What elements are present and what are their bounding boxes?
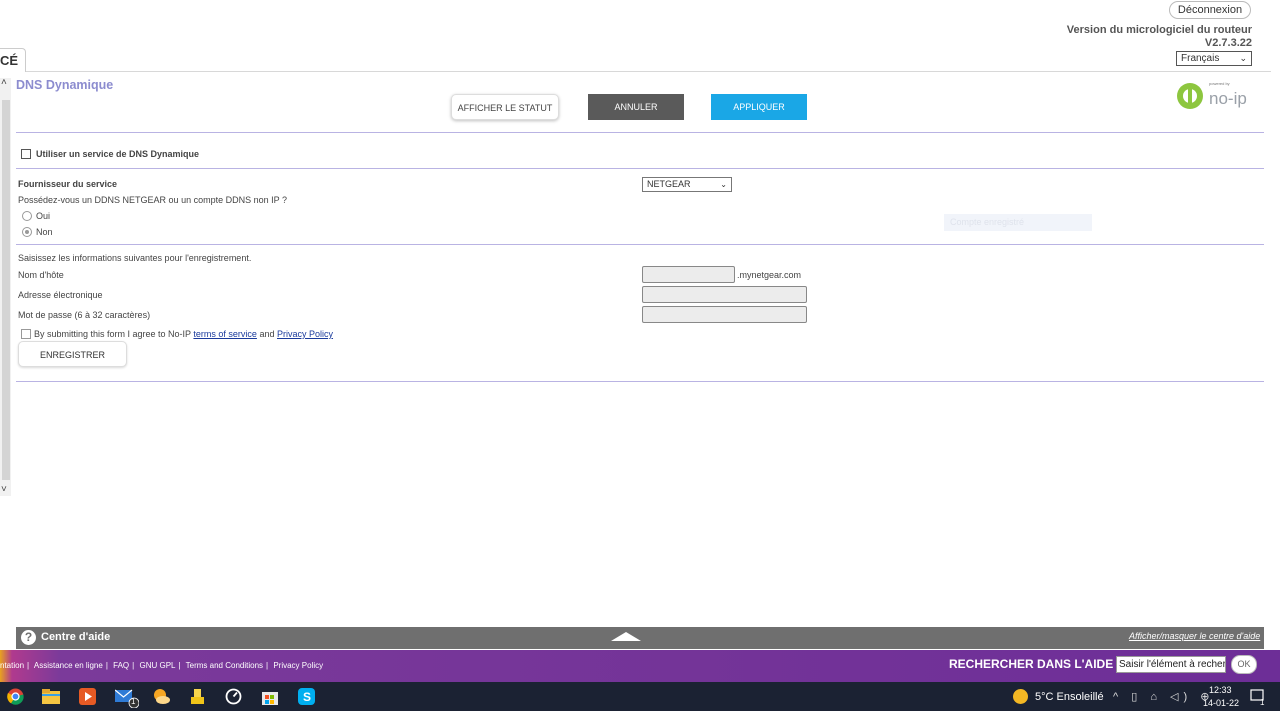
help-toggle-link[interactable]: Afficher/masquer le centre d'aide <box>1129 631 1260 641</box>
agree-prefix: By submitting this form I agree to No-IP <box>34 329 191 339</box>
tab-advanced[interactable]: CÉ <box>0 48 26 72</box>
hostname-suffix: .mynetgear.com <box>737 270 802 280</box>
email-label: Adresse électronique <box>18 290 103 300</box>
help-search-ok-button[interactable]: OK <box>1231 655 1257 674</box>
chrome-icon[interactable] <box>7 688 24 705</box>
agree-text: By submitting this form I agree to No-IP… <box>34 329 333 339</box>
show-status-button[interactable]: AFFICHER LE STATUT <box>451 94 559 120</box>
expand-up-icon[interactable] <box>611 632 641 641</box>
notification-badge: 1 <box>1260 698 1265 707</box>
password-label: Mot de passe (6 à 32 caractères) <box>18 310 151 320</box>
language-value: Français <box>1181 53 1220 64</box>
divider <box>16 381 1264 382</box>
footer-link-privacy[interactable]: Privacy Policy <box>273 661 323 670</box>
divider <box>16 168 1264 169</box>
account-question: Possédez-vous un DDNS NETGEAR ou un comp… <box>18 195 287 205</box>
footer-link-gpl[interactable]: GNU GPL <box>139 661 175 670</box>
help-search-input[interactable]: Saisir l'élément à rechercher <box>1116 656 1226 673</box>
help-title: Centre d'aide <box>41 631 111 643</box>
scrollbar[interactable] <box>0 78 11 496</box>
media-player-icon[interactable] <box>79 688 96 705</box>
registered-account-button[interactable]: Compte enregistré <box>944 214 1092 231</box>
register-intro: Saisissez les informations suivantes pou… <box>18 253 252 263</box>
powered-by-text: powered by <box>1209 81 1230 86</box>
radio-yes-label: Oui <box>36 211 51 221</box>
radio-no[interactable] <box>22 227 32 237</box>
use-ddns-label: Utiliser un service de DNS Dynamique <box>36 149 200 159</box>
firmware-label: Version du micrologiciel du routeur <box>1066 24 1252 36</box>
email-input[interactable] <box>642 286 807 303</box>
weather-app-icon[interactable] <box>152 688 171 705</box>
system-tray-icons[interactable]: ^ ▯ ⌂ ◁) ⊕ <box>1113 690 1214 703</box>
divider <box>16 132 1264 133</box>
divider <box>26 71 1271 72</box>
footer-links: ntation | Assistance en ligne | FAQ | GNU G… <box>0 661 324 670</box>
language-select[interactable]: Français ⌄ <box>1176 51 1252 66</box>
footer-link-faq[interactable]: FAQ <box>113 661 129 670</box>
provider-select[interactable]: NETGEAR ⌄ <box>642 177 732 192</box>
scrollbar-thumb[interactable] <box>2 100 10 480</box>
radio-no-label: Non <box>36 227 53 237</box>
chevron-up-icon[interactable]: ˄ <box>1 77 7 88</box>
help-icon[interactable]: ? <box>21 630 36 645</box>
provider-label: Fournisseur du service <box>18 179 118 189</box>
privacy-link[interactable]: Privacy Policy <box>277 329 333 339</box>
agree-and: and <box>259 329 275 339</box>
noip-brand-text: no-ip <box>1209 89 1247 108</box>
firmware-version: V2.7.3.22 <box>1204 37 1252 49</box>
mail-badge: 1 <box>131 697 136 706</box>
apply-button[interactable]: APPLIQUER <box>711 94 807 120</box>
app-icon[interactable] <box>189 688 206 705</box>
hostname-label: Nom d'hôte <box>18 270 64 280</box>
password-input[interactable] <box>642 306 807 323</box>
svg-text:S: S <box>303 690 311 704</box>
agree-checkbox[interactable] <box>21 329 31 339</box>
use-ddns-checkbox[interactable] <box>21 149 31 159</box>
chevron-down-icon: ⌄ <box>720 180 727 189</box>
terms-link[interactable]: terms of service <box>193 329 257 339</box>
chevron-down-icon[interactable]: ˅ <box>1 484 7 495</box>
cancel-button[interactable]: ANNULER <box>588 94 684 120</box>
noip-logo: powered by no-ip <box>1177 81 1247 109</box>
skype-icon[interactable]: S <box>298 688 315 705</box>
logout-button[interactable]: Déconnexion <box>1169 1 1251 19</box>
help-search-label: RECHERCHER DANS L'AIDE <box>949 657 1114 671</box>
footer-link-documentation[interactable]: ntation <box>0 661 24 670</box>
hostname-input[interactable] <box>642 266 735 283</box>
weather-sun-icon[interactable] <box>1013 689 1028 704</box>
weather-text[interactable]: 5°C Ensoleillé <box>1035 691 1104 703</box>
speedtest-icon[interactable] <box>225 688 242 705</box>
footer-link-support[interactable]: Assistance en ligne <box>34 661 103 670</box>
radio-yes[interactable] <box>22 211 32 221</box>
file-explorer-icon[interactable] <box>42 689 60 704</box>
register-button[interactable]: ENREGISTRER <box>18 341 127 367</box>
footer-link-terms[interactable]: Terms and Conditions <box>186 661 263 670</box>
clock-date[interactable]: 14-01-22 <box>1203 698 1239 708</box>
page-title: DNS Dynamique <box>16 78 114 92</box>
store-icon[interactable] <box>261 688 279 705</box>
provider-value: NETGEAR <box>647 179 691 189</box>
chevron-down-icon: ⌄ <box>1239 53 1247 63</box>
divider <box>16 244 1264 245</box>
clock-time[interactable]: 12:33 <box>1209 685 1232 695</box>
